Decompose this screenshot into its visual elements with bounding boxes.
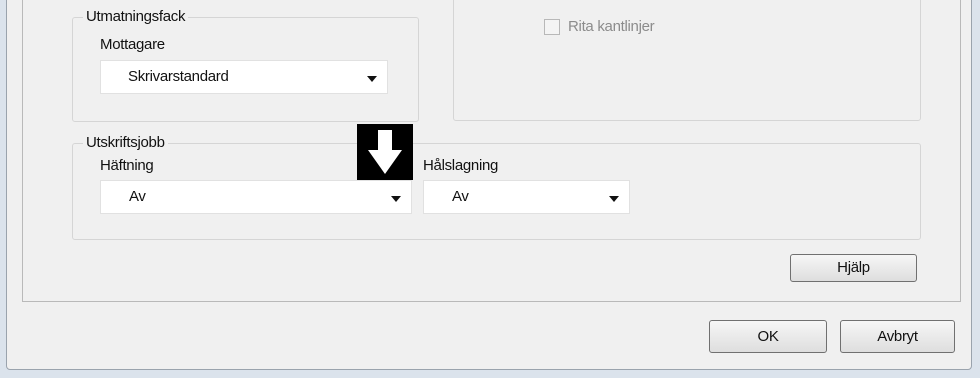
stapling-value: Av — [129, 188, 146, 205]
stapling-dropdown[interactable]: Av — [100, 180, 412, 214]
stapling-label: Häftning — [100, 157, 154, 174]
chevron-down-icon — [391, 196, 401, 202]
chevron-down-icon — [609, 196, 619, 202]
hole-punch-value: Av — [452, 188, 469, 205]
recipient-dropdown[interactable]: Skrivarstandard — [100, 60, 388, 94]
recipient-label: Mottagare — [100, 36, 165, 53]
recipient-value: Skrivarstandard — [128, 68, 229, 85]
help-button[interactable]: Hjälp — [790, 254, 917, 282]
options-group: Rita kantlinjer — [453, 0, 921, 121]
hole-punch-dropdown[interactable]: Av — [423, 180, 630, 214]
help-button-label: Hjälp — [837, 259, 870, 276]
output-tray-group: Utmatningsfack Mottagare Skrivarstandard — [72, 8, 419, 122]
print-job-title: Utskriftsjobb — [83, 134, 168, 151]
ok-button[interactable]: OK — [709, 320, 827, 353]
chevron-down-icon — [367, 76, 377, 82]
down-arrow-icon — [368, 130, 402, 174]
cancel-button[interactable]: Avbryt — [840, 320, 955, 353]
draw-borders-label[interactable]: Rita kantlinjer — [568, 18, 655, 35]
settings-panel: Utmatningsfack Mottagare Skrivarstandard… — [22, 0, 961, 302]
ok-button-label: OK — [757, 328, 779, 345]
print-job-group: Utskriftsjobb Häftning Av Hålslagning Av — [72, 134, 921, 240]
cancel-button-label: Avbryt — [877, 328, 918, 345]
output-tray-title: Utmatningsfack — [83, 8, 189, 25]
hole-punch-label: Hålslagning — [423, 157, 499, 174]
draw-borders-checkbox[interactable] — [544, 19, 560, 35]
down-arrow-marker — [357, 124, 413, 180]
